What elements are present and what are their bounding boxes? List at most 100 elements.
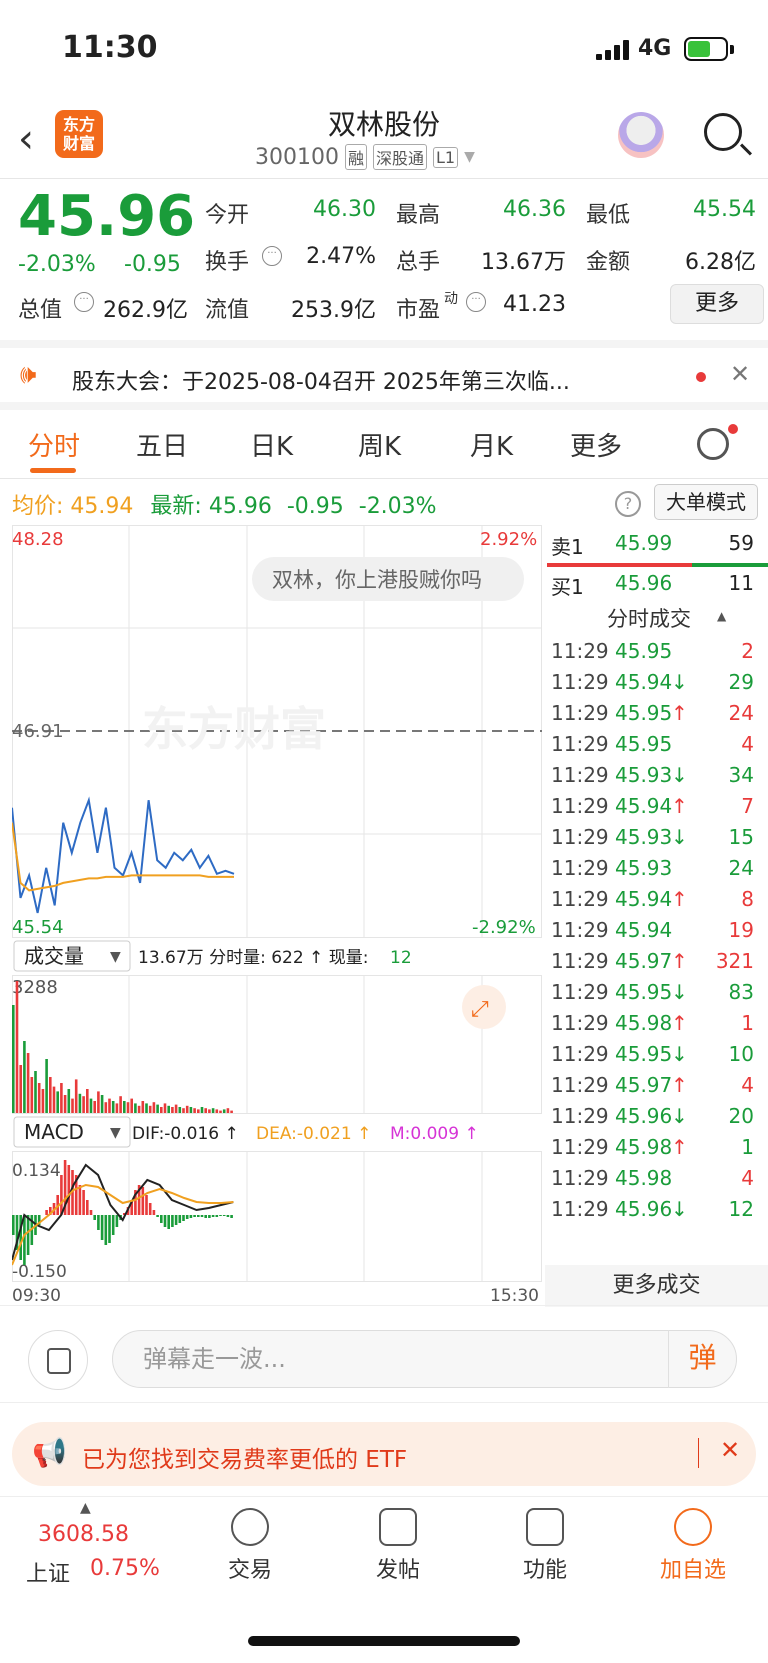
macd-bar: [189, 1215, 193, 1218]
nav-functions[interactable]: 功能: [485, 1508, 605, 1584]
volume-bar: [167, 1105, 170, 1113]
trade-direction-icon: ↓: [671, 763, 688, 787]
svg-text:▼: ▼: [110, 949, 121, 965]
more-button[interactable]: 更多: [670, 284, 764, 324]
index-value[interactable]: 3608.58: [38, 1522, 129, 1547]
status-time: 11:30: [62, 30, 158, 65]
trade-time: 11:29: [551, 980, 609, 1004]
etf-banner[interactable]: 📢 已为您找到交易费率更低的 ETF ✕: [12, 1422, 756, 1486]
trade-row: 11:29 45.93 ↓ 15: [545, 821, 768, 854]
trade-volume: 12: [728, 1197, 754, 1221]
notice-bar[interactable]: 🕪 股东大会：于2025-08-04召开 2025年第三次临... ✕: [0, 340, 768, 410]
volume-bar: [174, 1104, 178, 1113]
trade-price: 45.95: [615, 732, 673, 756]
trade-time: 11:29: [551, 1135, 609, 1159]
trade-row: 11:29 45.93 ↓ 34: [545, 759, 768, 792]
more-trades-button[interactable]: 更多成交: [545, 1265, 768, 1307]
tab-more[interactable]: 更多: [570, 426, 622, 463]
tab-monthly[interactable]: 月K: [470, 426, 513, 463]
close-icon[interactable]: ✕: [730, 360, 750, 388]
volume-bar: [30, 1077, 34, 1113]
volume-max: 3288: [12, 977, 58, 998]
trade-volume: 83: [728, 980, 754, 1004]
avg-value: 45.94: [70, 494, 134, 519]
volume-bar: [78, 1093, 82, 1113]
volume-bar: [34, 1071, 37, 1113]
comment-list-icon[interactable]: [28, 1330, 88, 1390]
index-pct[interactable]: 0.75%: [90, 1556, 160, 1581]
help-icon[interactable]: ?: [615, 491, 641, 517]
gear-icon[interactable]: [697, 428, 729, 460]
trade-row: 11:29 45.94 19: [545, 914, 768, 947]
index-name[interactable]: 上证: [26, 1556, 70, 1588]
robot-avatar-icon[interactable]: [618, 112, 664, 158]
speaker-icon: 🕪: [20, 360, 37, 390]
trade-direction-icon: ↑: [671, 1073, 688, 1097]
macd-bar: [226, 1215, 230, 1217]
trade-price: 45.98: [615, 1135, 673, 1159]
sort-icon[interactable]: ▲: [717, 609, 726, 623]
trade-price: 45.94: [615, 670, 673, 694]
search-icon[interactable]: [704, 113, 742, 151]
pct-bot-label: -2.92%: [472, 917, 536, 938]
value-high: 46.36: [503, 197, 566, 222]
y-mid-label: 46.91: [12, 721, 64, 742]
avg-info: 均价: 45.94 最新: 45.96 -0.95 -2.03%: [12, 488, 437, 520]
nav-post[interactable]: 发帖: [338, 1508, 458, 1584]
nav-add-watchlist[interactable]: 加自选: [633, 1508, 753, 1584]
close-icon[interactable]: ✕: [720, 1436, 740, 1464]
volume-now: 12: [390, 948, 412, 968]
info-icon[interactable]: ···: [262, 246, 282, 266]
macd-bar: [104, 1215, 108, 1245]
volume-bar: [60, 1083, 63, 1113]
y-top-label: 48.28: [12, 529, 64, 550]
value-low: 45.54: [693, 197, 756, 222]
trade-time: 11:29: [551, 887, 609, 911]
tab-5day[interactable]: 五日: [136, 426, 188, 463]
avg-label: 均价:: [12, 494, 64, 519]
volume-bar: [185, 1105, 189, 1113]
trade-row: 11:29 45.98 ↑ 1: [545, 1131, 768, 1164]
info-icon[interactable]: ···: [466, 292, 486, 312]
macd-bar: [60, 1175, 63, 1215]
volume-bar: [111, 1101, 115, 1113]
divider: [698, 1438, 699, 1468]
volume-bar: [108, 1098, 111, 1113]
trade-direction-icon: ↓: [671, 1104, 688, 1128]
notice-text: 股东大会：于2025-08-04召开 2025年第三次临...: [72, 370, 570, 395]
trade-row: 11:29 45.98 ↑ 1: [545, 1007, 768, 1040]
trade-time: 11:29: [551, 1042, 609, 1066]
danmu-input[interactable]: 弹幕走一波...: [112, 1330, 737, 1388]
info-icon[interactable]: ···: [74, 292, 94, 312]
trade-time: 11:29: [551, 949, 609, 973]
latest-label: 最新:: [150, 494, 202, 519]
nav-trade[interactable]: 交易: [190, 1508, 310, 1584]
tab-weekly[interactable]: 周K: [358, 426, 401, 463]
volume-bar: [137, 1105, 141, 1113]
macd-bar: [182, 1215, 185, 1221]
trade-price: 45.93: [615, 825, 673, 849]
macd-bar: [67, 1165, 71, 1215]
home-indicator: [248, 1636, 520, 1646]
volume-bar: [56, 1091, 59, 1113]
tab-daily[interactable]: 日K: [250, 426, 293, 463]
trade-row: 11:29 45.98 4: [545, 1162, 768, 1195]
value-total-cap: 262.9亿: [103, 298, 188, 323]
pct-top-label: 2.92%: [480, 529, 537, 550]
trade-price: 45.96: [615, 1104, 673, 1128]
trade-row: 11:29 45.95 ↓ 83: [545, 976, 768, 1009]
trade-time: 11:29: [551, 732, 609, 756]
tab-intraday[interactable]: 分时: [28, 426, 80, 463]
macd-dea: DEA:-0.021 ↑: [256, 1124, 371, 1144]
trade-volume: 4: [741, 732, 754, 756]
intraday-chart[interactable]: 东方财富 双林，你上港股贼你吗 48.28 46.91 45.54 2.92% …: [12, 525, 542, 1305]
macd-bar: [197, 1215, 200, 1217]
big-order-mode-button[interactable]: 大单模式: [654, 484, 758, 520]
trade-time: 11:29: [551, 1104, 609, 1128]
macd-bar: [45, 1210, 48, 1215]
stock-code-row[interactable]: 300100 融 深股通 L1 ▼: [255, 144, 475, 170]
label-float-cap: 流值: [205, 298, 250, 323]
trade-volume: 20: [728, 1104, 754, 1128]
danmu-button[interactable]: 弹: [668, 1330, 736, 1388]
trades-title[interactable]: 分时成交: [607, 603, 691, 633]
